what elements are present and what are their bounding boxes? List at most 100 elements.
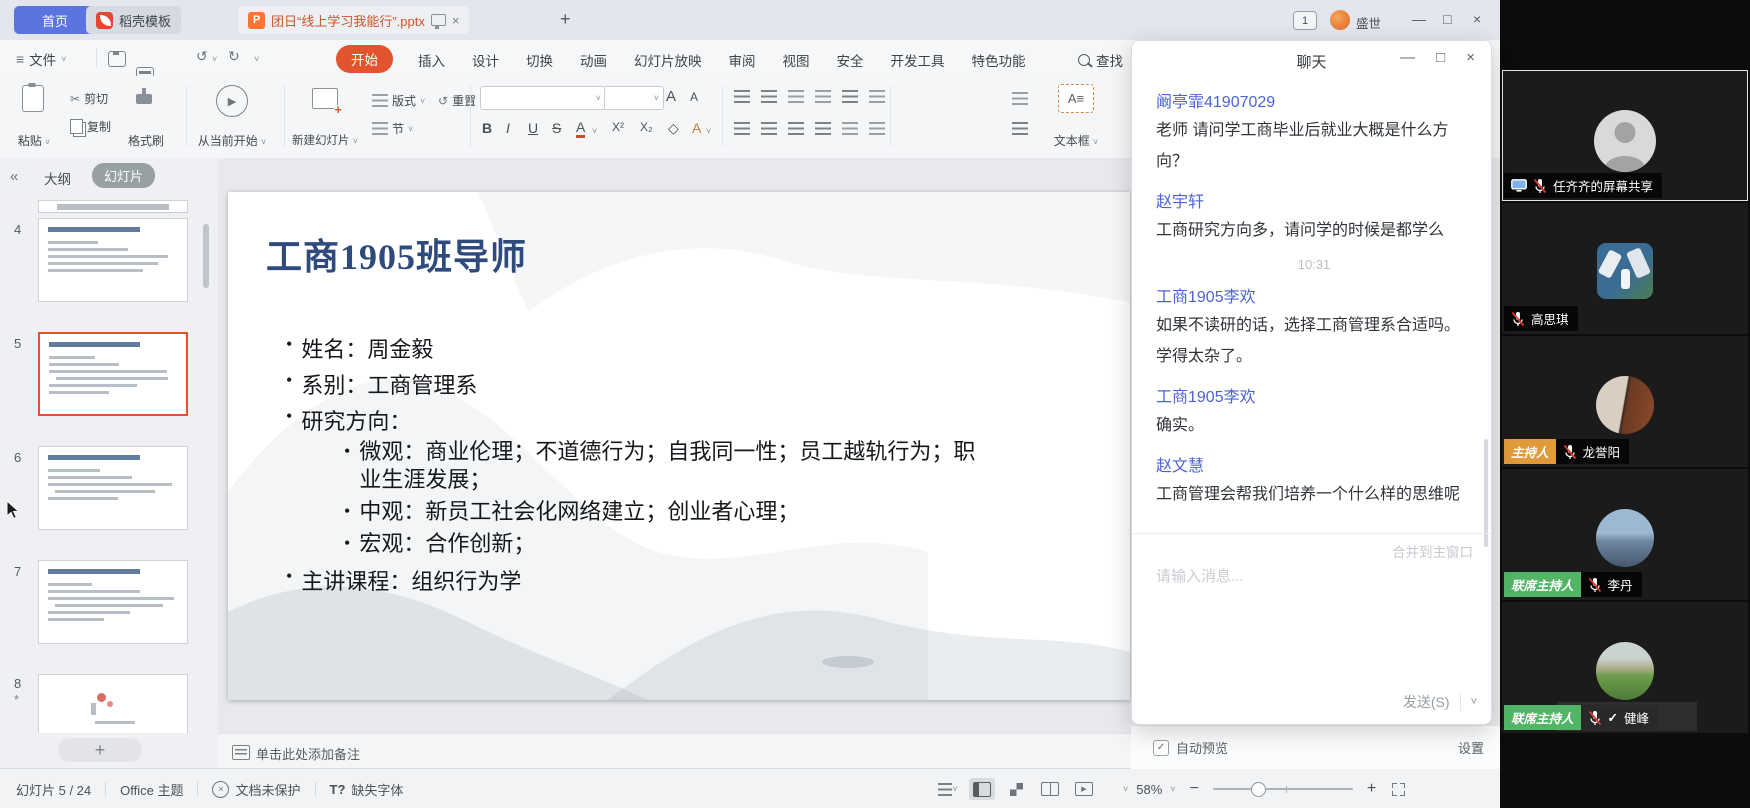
menu-tab-slideshow[interactable]: 幻灯片放映: [634, 50, 702, 70]
boss-key-badge[interactable]: 1: [1293, 11, 1317, 30]
reading-view-icon[interactable]: [1037, 778, 1063, 800]
new-tab-button[interactable]: +: [560, 9, 571, 30]
undo-dropdown-icon[interactable]: ˅: [212, 54, 217, 64]
zoom-menu-icon[interactable]: ˅: [1123, 784, 1128, 794]
paragraph-more-icon[interactable]: [1012, 122, 1028, 135]
text-align-vertical-icon[interactable]: [1012, 92, 1028, 105]
slide-thumbnail-partial[interactable]: [38, 200, 188, 213]
account-avatar[interactable]: [1330, 10, 1350, 30]
superscript-button[interactable]: X²: [612, 120, 624, 134]
text-direction-icon[interactable]: [869, 90, 885, 103]
menu-tab-insert[interactable]: 插入: [418, 50, 445, 70]
increase-font-icon[interactable]: A: [666, 88, 676, 105]
cut-button[interactable]: ✂剪切: [70, 90, 108, 107]
slide-thumbnail-4[interactable]: [38, 218, 188, 302]
zoom-out-icon[interactable]: −: [1190, 780, 1199, 798]
minimize-button[interactable]: —: [1412, 11, 1426, 27]
text-effects-icon[interactable]: A: [692, 120, 701, 136]
notes-toggle-icon[interactable]: ˅: [935, 778, 961, 800]
chat-close-icon[interactable]: ×: [1466, 49, 1475, 66]
textbox-icon[interactable]: A≡: [1058, 84, 1094, 113]
section-button[interactable]: 节˅: [372, 120, 413, 137]
undo-icon[interactable]: ↺: [196, 48, 208, 65]
chat-minimize-icon[interactable]: —: [1400, 49, 1415, 66]
protection-status[interactable]: × 文档未保护: [212, 780, 300, 799]
paste-label[interactable]: 粘贴 ˅: [8, 132, 60, 149]
add-slide-button[interactable]: +: [58, 738, 142, 762]
decrease-font-icon[interactable]: A: [690, 90, 698, 104]
menu-tab-home[interactable]: 开始: [336, 45, 393, 73]
text-effects-dropdown-icon[interactable]: ˅: [706, 126, 711, 136]
menu-tab-review[interactable]: 审阅: [729, 50, 756, 70]
menu-tab-security[interactable]: 安全: [837, 50, 864, 70]
missing-font-status[interactable]: T? 缺失字体: [330, 780, 404, 799]
paste-button[interactable]: [22, 85, 44, 112]
tab-docer-template[interactable]: 稻壳模板: [86, 6, 181, 34]
slide-thumbnail-5-selected[interactable]: [38, 332, 188, 416]
align-left-icon[interactable]: [734, 122, 750, 135]
close-button[interactable]: ×: [1473, 11, 1481, 27]
collapse-panel-icon[interactable]: «: [10, 168, 18, 185]
menu-tab-devtools[interactable]: 开发工具: [891, 50, 945, 70]
font-color-button[interactable]: A: [576, 120, 585, 138]
align-center-icon[interactable]: [761, 122, 777, 135]
slide-thumbnail-7[interactable]: [38, 560, 188, 644]
participant-tile-cohost[interactable]: 联席主持人 李丹: [1502, 469, 1748, 600]
send-button[interactable]: 发送(S): [1403, 692, 1450, 712]
format-painter-label[interactable]: 格式刷: [118, 132, 174, 149]
participant-tile-host[interactable]: 主持人 龙誉阳: [1502, 336, 1748, 467]
zoom-slider[interactable]: [1213, 788, 1353, 790]
chat-scrollbar[interactable]: [1484, 439, 1488, 547]
new-slide-label[interactable]: 新建幻灯片 ˅: [290, 132, 360, 148]
slide-sorter-icon[interactable]: [1003, 778, 1029, 800]
columns-icon[interactable]: [869, 122, 885, 135]
chat-input[interactable]: 请输入消息...: [1156, 565, 1244, 586]
font-color-dropdown-icon[interactable]: ˅: [592, 126, 597, 136]
distribute-icon[interactable]: [842, 122, 858, 135]
justify-icon[interactable]: [815, 122, 831, 135]
decrease-indent-icon[interactable]: [788, 90, 804, 103]
restore-button[interactable]: □: [1443, 11, 1451, 27]
numbered-list-icon[interactable]: [761, 90, 777, 103]
subscript-button[interactable]: X₂: [640, 120, 653, 134]
font-name-select[interactable]: ˅: [480, 86, 606, 110]
ribbon-options-icon[interactable]: ˅: [254, 54, 259, 64]
bullet-list-icon[interactable]: [734, 90, 750, 103]
settings-button[interactable]: 设置: [1458, 738, 1484, 757]
participant-tile-cohost[interactable]: 联席主持人 ✓ 健峰: [1502, 602, 1748, 733]
save-icon[interactable]: [108, 51, 126, 67]
font-size-select[interactable]: ˅: [604, 86, 664, 110]
play-from-current-label[interactable]: 从当前开始 ˅: [190, 132, 274, 149]
menu-tab-design[interactable]: 设计: [472, 50, 499, 70]
merge-to-main-link[interactable]: 合并到主窗口: [1392, 541, 1473, 561]
menu-tab-transition[interactable]: 切换: [526, 50, 553, 70]
italic-button[interactable]: I: [506, 120, 510, 136]
increase-indent-icon[interactable]: [815, 90, 831, 103]
fit-to-window-icon[interactable]: [1392, 783, 1405, 796]
theme-name[interactable]: Office 主题: [120, 780, 183, 799]
zoom-in-icon[interactable]: +: [1367, 780, 1376, 798]
underline-button[interactable]: U: [528, 120, 538, 136]
tab-document[interactable]: P 团日“线上学习我能行”.pptx ×: [238, 6, 469, 34]
normal-view-icon[interactable]: [969, 778, 995, 800]
menu-tab-view[interactable]: 视图: [783, 50, 810, 70]
participant-tile-screenshare[interactable]: 任齐齐的屏幕共享: [1502, 70, 1748, 201]
tab-home[interactable]: 首页: [14, 6, 96, 34]
strikethrough-button[interactable]: S: [552, 120, 561, 136]
copy-button[interactable]: 复制: [70, 118, 111, 135]
clear-format-icon[interactable]: ◇: [668, 120, 679, 137]
participant-tile[interactable]: 高思琪: [1502, 203, 1748, 334]
zoom-slider-handle[interactable]: [1251, 782, 1266, 797]
send-options-icon[interactable]: ˅: [1471, 696, 1477, 708]
file-menu[interactable]: ≡ 文件 ˅: [16, 49, 66, 69]
textbox-label[interactable]: 文本框 ˅: [1048, 132, 1104, 149]
tab-slides[interactable]: 幻灯片: [92, 163, 155, 188]
slide-thumbnail-6[interactable]: [38, 446, 188, 530]
slide-editor[interactable]: 工商1905班导师 •姓名：周金毅 •系别：工商管理系 •研究方向： •微观：商…: [228, 192, 1130, 700]
search-box[interactable]: 查找: [1078, 50, 1123, 70]
thumbnail-scrollbar[interactable]: [203, 224, 209, 288]
chat-message-list[interactable]: 阚亭霏41907029 老师 请问学工商毕业后就业大概是什么方向？ 赵宇轩 工商…: [1156, 77, 1472, 510]
menu-tab-features[interactable]: 特色功能: [972, 50, 1026, 70]
format-painter-button[interactable]: [136, 88, 152, 104]
zoom-dropdown-icon[interactable]: ˅: [1170, 784, 1175, 794]
